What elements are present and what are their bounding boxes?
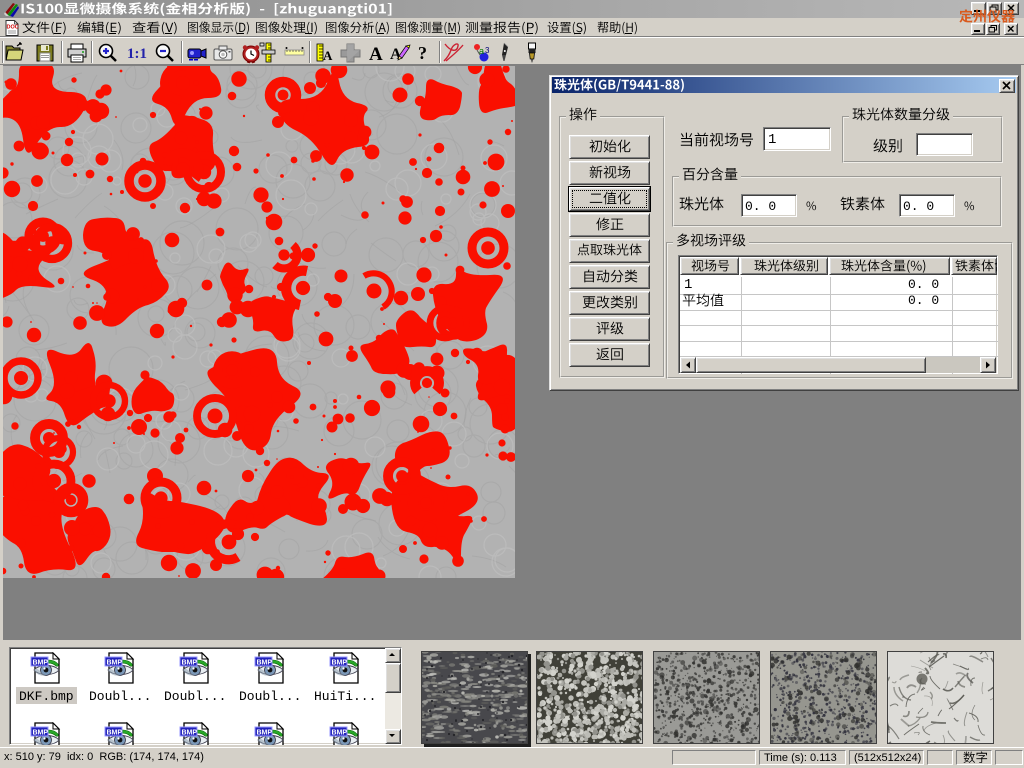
svg-text:A: A [369, 44, 383, 64]
svg-text:BMP: BMP [107, 659, 123, 666]
svg-text:BMP: BMP [33, 729, 49, 736]
svg-text:BMP: BMP [257, 729, 273, 736]
svg-text:BMP: BMP [182, 729, 198, 736]
svg-text:?: ? [418, 43, 427, 63]
svg-text:BMP: BMP [257, 659, 273, 666]
svg-text:BMP: BMP [332, 729, 348, 736]
svg-text:BMP: BMP [33, 659, 49, 666]
svg-text:BMP: BMP [332, 659, 348, 666]
svg-text:1:1: 1:1 [127, 46, 147, 62]
svg-text:BMP: BMP [182, 659, 198, 666]
svg-text:A: A [323, 48, 333, 63]
svg-text:BMP: BMP [107, 729, 123, 736]
svg-text:a: a [479, 46, 484, 56]
svg-text:3: 3 [485, 46, 490, 55]
svg-text:DOC: DOC [7, 25, 19, 31]
